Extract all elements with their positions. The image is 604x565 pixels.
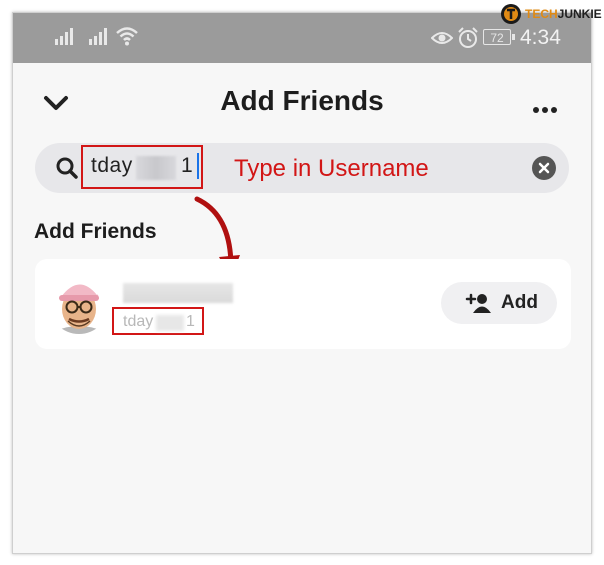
clear-icon[interactable] [532,156,556,180]
redacted-text [136,156,176,180]
list-item[interactable]: tday 1 Add [35,259,571,349]
more-icon[interactable] [533,100,560,118]
alarm-icon [457,27,479,54]
signal-icon [89,27,107,50]
redacted-text [156,315,184,331]
search-input[interactable]: tday 1 [81,145,203,189]
redacted-display-name [123,283,233,303]
add-button-label: Add [501,292,538,313]
page-title: Add Friends [220,85,384,116]
annotation-label: Type in Username [234,155,429,182]
search-value-suffix: 1 [181,154,193,177]
phone-screen: 72 4:34 Add Friends tday 1 Type in Usern… [12,12,592,554]
add-friend-icon [465,293,491,318]
add-friend-button[interactable]: Add [441,282,557,324]
text-caret [197,153,199,179]
wifi-icon [115,25,139,52]
search-icon [55,156,79,185]
username-field: tday 1 [112,307,204,335]
techjunkie-logo [500,3,522,30]
section-title: Add Friends [34,220,157,243]
clock-time: 4:34 [520,26,561,49]
avatar [49,271,109,342]
battery-icon: 72 [483,29,515,45]
techjunkie-wordmark: TECHJUNKIE [525,7,602,21]
username-suffix: 1 [186,313,195,330]
username-prefix: tday [123,313,154,330]
signal-icon [55,27,73,50]
search-value-prefix: tday [91,154,133,177]
eye-icon [430,30,454,51]
